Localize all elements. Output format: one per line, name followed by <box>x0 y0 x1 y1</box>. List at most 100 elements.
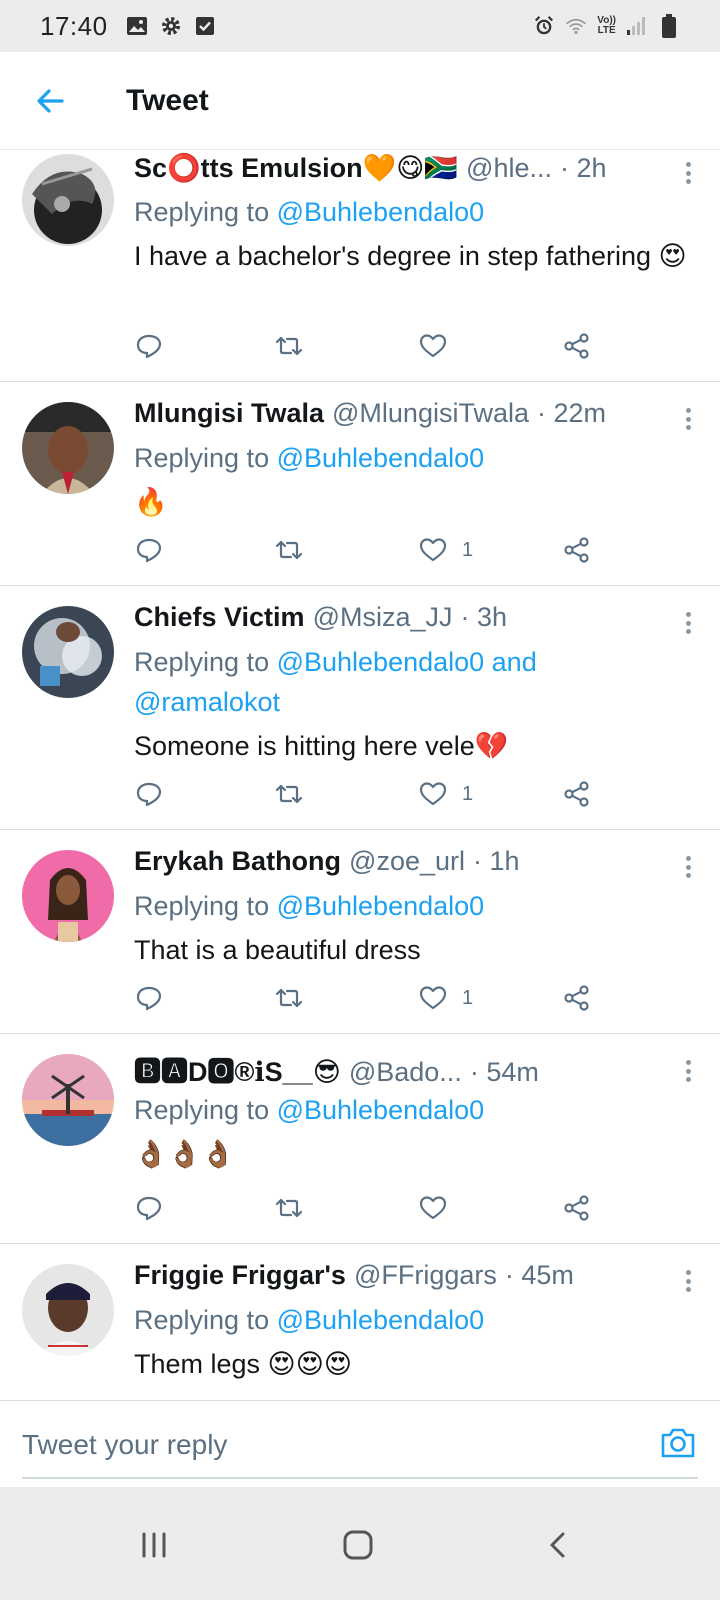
handle[interactable]: @FFriggars <box>354 1260 497 1291</box>
display-name[interactable]: Sc⭕tts Emulsion🧡😋🇿🇦 <box>134 152 458 184</box>
status-time: 17:40 <box>40 10 108 41</box>
tweet[interactable]: Sc⭕tts Emulsion🧡😋🇿🇦 @hle... · 2h Replyin… <box>0 150 720 382</box>
handle[interactable]: @zoe_url <box>349 846 465 877</box>
tweet-text: Someone is hitting here vele💔 <box>134 731 509 761</box>
camera-button[interactable] <box>658 1423 698 1463</box>
share-icon <box>564 781 589 807</box>
battery-icon <box>658 14 680 38</box>
system-back-button[interactable] <box>528 1515 588 1575</box>
status-bar: 17:40 Vo)) LTE <box>0 0 720 52</box>
comment-icon <box>136 986 162 1011</box>
share-icon <box>564 537 589 563</box>
tweet-actions: 1 <box>134 978 604 1018</box>
display-name[interactable]: Mlungisi Twala <box>134 398 324 429</box>
heart-icon <box>419 1196 447 1220</box>
comment-icon <box>136 1196 162 1221</box>
mention-link[interactable]: @Buhlebendalo0 <box>277 1305 485 1335</box>
mention-link[interactable]: @Buhlebendalo0 <box>277 891 485 921</box>
avatar[interactable] <box>22 402 114 494</box>
replying-to: Replying to @Buhlebendalo0 <box>134 443 485 473</box>
share-button[interactable] <box>562 535 592 565</box>
reply-button[interactable] <box>134 331 164 361</box>
arrow-left-icon <box>37 88 64 113</box>
avatar[interactable] <box>22 1264 114 1356</box>
like-count: 1 <box>462 782 474 805</box>
reply-button[interactable] <box>134 779 164 809</box>
share-button[interactable] <box>562 331 592 361</box>
tweet[interactable]: Friggie Friggar's @FFriggars · 45m Reply… <box>0 1244 720 1400</box>
retweet-button[interactable] <box>274 983 304 1013</box>
tweet[interactable]: Chiefs Victim @Msiza_JJ · 3h Replying to… <box>0 586 720 830</box>
handle[interactable]: @hle... <box>466 153 552 184</box>
display-name[interactable]: 🅱🅰D🅾®ℹS__😎 <box>134 1050 341 1089</box>
heart-icon <box>419 782 447 806</box>
tweet[interactable]: Erykah Bathong @zoe_url · 1h Replying to… <box>0 830 720 1034</box>
reply-underline <box>22 1477 698 1479</box>
more-options-icon[interactable] <box>678 852 698 882</box>
more-options-icon[interactable] <box>678 1266 698 1296</box>
app-header: Tweet <box>0 52 720 150</box>
like-button[interactable]: 1 <box>418 779 473 809</box>
avatar[interactable] <box>22 850 114 942</box>
retweet-button[interactable] <box>274 331 304 361</box>
like-button[interactable]: 1 <box>418 535 473 565</box>
more-options-icon[interactable] <box>678 1056 698 1086</box>
avatar[interactable] <box>22 606 114 698</box>
retweet-button[interactable] <box>274 535 304 565</box>
avatar[interactable] <box>22 1054 114 1146</box>
tweet-actions: 1 <box>134 774 604 814</box>
like-count: 1 <box>462 986 474 1009</box>
avatar[interactable] <box>22 154 114 246</box>
more-options-icon[interactable] <box>678 404 698 434</box>
checkbox-icon <box>194 15 216 37</box>
tweet-time: · 45m <box>504 1260 574 1290</box>
gallery-icon <box>126 15 148 37</box>
replying-to: Replying to @Buhlebendalo0 and @ramaloko… <box>134 647 537 717</box>
reply-button[interactable] <box>134 983 164 1013</box>
reply-button[interactable] <box>134 1193 164 1223</box>
heart-icon <box>419 986 447 1010</box>
reply-button[interactable] <box>134 535 164 565</box>
display-name[interactable]: Erykah Bathong <box>134 846 341 877</box>
tweet-text: 👌🏾👌🏾👌🏾 <box>134 1139 235 1169</box>
tweet[interactable]: Mlungisi Twala @MlungisiTwala · 22m Repl… <box>0 382 720 586</box>
tweet-text: That is a beautiful dress <box>134 935 421 965</box>
comment-icon <box>136 334 162 359</box>
retweet-button[interactable] <box>274 779 304 809</box>
back-button[interactable] <box>20 71 80 131</box>
more-options-icon[interactable] <box>678 158 698 188</box>
share-button[interactable] <box>562 779 592 809</box>
like-button[interactable]: 1 <box>418 983 473 1013</box>
signal-icon <box>626 15 648 37</box>
replying-to: Replying to @Buhlebendalo0 <box>134 197 485 227</box>
tweet-actions <box>134 326 604 366</box>
mention-link[interactable]: @Buhlebendalo0 <box>277 197 485 227</box>
home-button[interactable] <box>328 1515 388 1575</box>
mention-link[interactable]: @Buhlebendalo0 <box>277 443 485 473</box>
display-name[interactable]: Friggie Friggar's <box>134 1260 346 1291</box>
tweet-time: · 1h <box>473 846 520 876</box>
mention-link[interactable]: @Buhlebendalo0 <box>277 1095 485 1125</box>
reply-input[interactable] <box>22 1423 622 1467</box>
like-button[interactable] <box>418 331 462 361</box>
retweet-icon <box>275 784 303 804</box>
recent-apps-button[interactable] <box>124 1515 184 1575</box>
handle[interactable]: @MlungisiTwala <box>332 398 529 429</box>
more-options-icon[interactable] <box>678 608 698 638</box>
like-button[interactable] <box>418 1193 462 1223</box>
reply-composer <box>0 1400 720 1486</box>
tweet-list: Sc⭕tts Emulsion🧡😋🇿🇦 @hle... · 2h Replyin… <box>0 150 720 1400</box>
handle[interactable]: @Bado... <box>349 1057 462 1088</box>
retweet-button[interactable] <box>274 1193 304 1223</box>
tweet-text: 🔥 <box>134 487 168 517</box>
display-name[interactable]: Chiefs Victim <box>134 602 305 633</box>
camera-icon <box>661 1428 695 1458</box>
heart-icon <box>419 538 447 562</box>
comment-icon <box>136 538 162 563</box>
share-button[interactable] <box>562 983 592 1013</box>
wifi-icon <box>565 15 587 37</box>
retweet-icon <box>275 1198 303 1218</box>
share-button[interactable] <box>562 1193 592 1223</box>
tweet[interactable]: 🅱🅰D🅾®ℹS__😎 @Bado... · 54m Replying to @B… <box>0 1034 720 1244</box>
handle[interactable]: @Msiza_JJ <box>313 602 453 633</box>
